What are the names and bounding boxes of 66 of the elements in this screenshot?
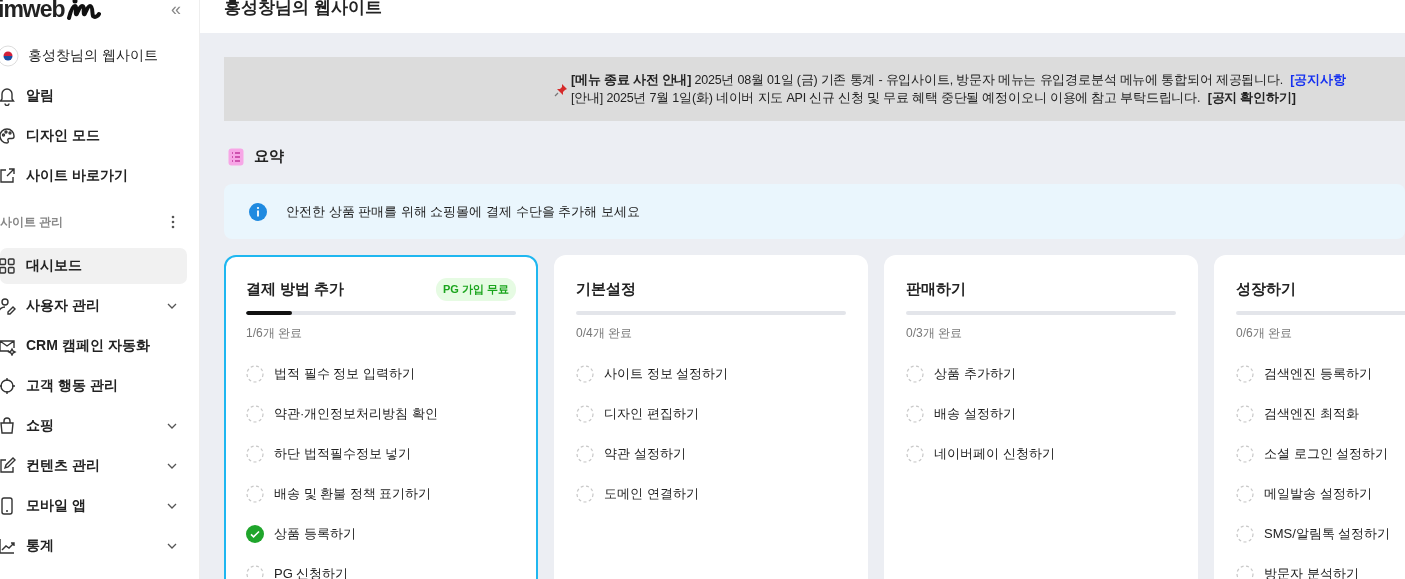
task-link[interactable]: 배송 설정하기 — [934, 405, 1016, 423]
menu-item[interactable]: 사용자 관리 — [0, 288, 187, 324]
task-link[interactable]: SMS/알림톡 설정하기 — [1264, 525, 1391, 543]
task-link[interactable]: 약관·개인정보처리방침 확인 — [274, 405, 438, 423]
logo-mark-icon — [66, 0, 101, 20]
nav-link[interactable]: 사이트 바로가기 — [26, 167, 128, 185]
task-link[interactable]: 소셜 로그인 설정하기 — [1264, 445, 1389, 463]
task-link[interactable]: 배송 및 환불 정책 표기하기 — [274, 485, 432, 503]
menu-item[interactable]: CRM 캠페인 자동화 — [0, 328, 187, 364]
edit-icon — [0, 456, 17, 476]
site-name[interactable]: 홍성창님의 웹사이트 — [28, 47, 158, 65]
checklist-card[interactable]: 결제 방법 추가 PG 가입 무료 1/6개 완료 법적 필수 정보 입력하기 약관·개인정보처리방침 확인 하단 법적필수정보 넣기 배송 및 환불 정책 표기하기 상품 등록하기 PG 신청하기 — [224, 255, 538, 579]
progress-text: 0/6개 완료 — [1236, 325, 1293, 342]
page-title: 홍성창님의 웹사이트 — [224, 0, 382, 19]
checklist-card[interactable]: 기본설정 0/4개 완료 사이트 정보 설정하기 디자인 편집하기 약관 설정하기 도메인 연결하기 — [554, 255, 868, 579]
task-link[interactable]: 사이트 정보 설정하기 — [604, 365, 729, 383]
task-link[interactable]: 약관 설정하기 — [604, 445, 686, 463]
notice-link[interactable]: [공지 확인하기] — [1207, 91, 1296, 105]
list-icon — [228, 147, 244, 166]
info-text: 안전한 상품 판매를 위해 쇼핑몰에 결제 수단을 추가해 보세요 — [286, 202, 640, 221]
card-title: 판매하기 — [906, 279, 966, 299]
target-icon — [0, 376, 17, 396]
menu-item[interactable]: 대시보드 — [0, 248, 187, 284]
task-link[interactable]: 검색엔진 등록하기 — [1264, 365, 1372, 383]
card-title: 결제 방법 추가 — [246, 279, 345, 299]
task-link[interactable]: 디자인 편집하기 — [604, 405, 699, 423]
chart-icon — [0, 536, 17, 556]
section-title: 사이트 관리 — [0, 213, 64, 231]
menu-item[interactable]: 컨텐츠 관리 — [0, 448, 187, 484]
info-icon — [249, 202, 267, 221]
bell-icon — [0, 86, 17, 106]
menu-item[interactable]: 모바일 앱 — [0, 488, 187, 524]
external-icon — [0, 166, 17, 186]
progress-text: 0/3개 완료 — [906, 325, 963, 342]
task-link[interactable]: 도메인 연결하기 — [604, 485, 699, 503]
bag-icon — [0, 416, 17, 436]
pin-icon — [554, 83, 568, 97]
grid-icon — [0, 256, 17, 276]
notice-link[interactable]: [공지사항 — [1290, 73, 1346, 87]
progress-text: 0/4개 완료 — [576, 325, 633, 342]
notice-text: [안내] 2025년 7월 1일(화) 네이버 지도 API 신규 신청 및 무료 혜택 중단될 예정이오니 이용에 참고 부탁드립니다. — [571, 91, 1201, 105]
card-title: 성장하기 — [1236, 279, 1296, 299]
task-link[interactable]: 상품 등록하기 — [274, 525, 356, 543]
task-link[interactable]: 법적 필수 정보 입력하기 — [274, 365, 415, 383]
user-icon — [0, 296, 17, 316]
task-link[interactable]: 메일발송 설정하기 — [1264, 485, 1372, 503]
more-icon[interactable] — [171, 215, 175, 229]
task-link[interactable]: 검색엔진 최적화 — [1264, 405, 1359, 423]
card-title: 기본설정 — [576, 279, 636, 299]
logo: imweb — [0, 0, 65, 23]
checklist-card[interactable]: 판매하기 0/3개 완료 상품 추가하기 배송 설정하기 네이버페이 신청하기 — [884, 255, 1198, 579]
task-link[interactable]: PG 신청하기 — [274, 565, 349, 579]
task-link[interactable]: 하단 법적필수정보 넣기 — [274, 445, 412, 463]
nav-link[interactable]: 디자인 모드 — [26, 127, 100, 145]
menu-item[interactable]: 고객 행동 관리 — [0, 368, 187, 404]
section-heading: 요약 — [254, 147, 284, 166]
promo-badge: PG 가입 무료 — [436, 277, 516, 301]
collapse-sidebar-button[interactable]: « — [165, 0, 187, 20]
nav-link[interactable]: 알림 — [26, 87, 54, 105]
menu-item[interactable]: 통계 — [0, 528, 187, 564]
progress-text: 1/6개 완료 — [246, 325, 303, 342]
palette-icon — [0, 126, 17, 146]
task-link[interactable]: 상품 추가하기 — [934, 365, 1016, 383]
menu-item[interactable]: 쇼핑 — [0, 408, 187, 444]
task-link[interactable]: 네이버페이 신청하기 — [934, 445, 1055, 463]
notice-text: [메뉴 종료 사전 안내] 2025년 08월 01일 (금) 기존 통계 - 유입사이트, 방문자 메뉴는 유입경로분석 메뉴에 통합되어 제공됩니다. — [571, 73, 1284, 87]
